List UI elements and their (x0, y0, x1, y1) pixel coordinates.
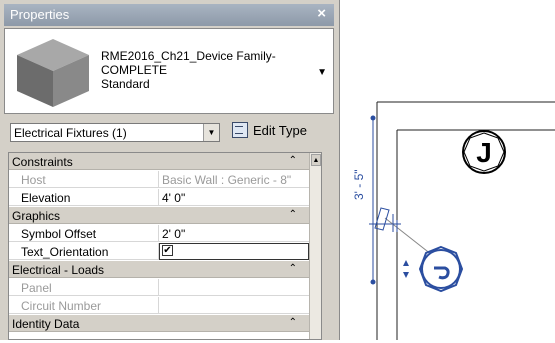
property-name: Host (21, 173, 46, 187)
collapse-icon[interactable]: ⌃ (289, 155, 297, 166)
properties-grid: Constraints ⌃ Host Basic Wall : Generic - 8… (8, 152, 322, 340)
close-icon[interactable]: × (317, 5, 326, 22)
column-divider (158, 279, 159, 296)
property-category[interactable]: Electrical - Loads ⌃ (9, 261, 309, 278)
plan-view: 3' - 5" J (352, 101, 555, 340)
property-category[interactable]: Constraints ⌃ (9, 153, 309, 170)
property-value: Basic Wall : Generic - 8" (162, 173, 292, 187)
property-value[interactable]: 2' 0" (162, 227, 307, 241)
selector-row: Electrical Fixtures (1) ▼ Edit Type (4, 121, 334, 145)
edit-type-icon (232, 122, 248, 138)
family-thumbnail-icon (17, 39, 89, 107)
tag-letter: J (476, 137, 492, 168)
property-name: Elevation (21, 191, 71, 205)
collapse-icon[interactable]: ⌃ (289, 209, 297, 220)
dimension-grip (370, 279, 376, 285)
palette-title: Properties (10, 7, 70, 22)
type-name-line: COMPLETE (101, 63, 168, 77)
property-category[interactable]: Graphics ⌃ (9, 207, 309, 224)
type-name-line: Standard (101, 77, 150, 91)
chevron-down-icon[interactable]: ▼ (203, 124, 219, 141)
property-row[interactable]: Symbol Offset 2' 0" (9, 225, 309, 242)
flip-arrow-icon (403, 260, 409, 266)
property-row[interactable]: Elevation 4' 0" (9, 189, 309, 206)
type-name: RME2016_Ch21_Device Family- COMPLETE Sta… (101, 49, 276, 91)
properties-palette: Properties × RME2016_Ch21_Device Family-… (0, 0, 340, 340)
column-divider (158, 189, 159, 206)
edit-type-button[interactable]: Edit Type (232, 122, 307, 142)
scroll-up-icon[interactable]: ▲ (311, 154, 321, 166)
category-label: Graphics (12, 209, 61, 223)
dimension-text: 3' - 5" (352, 169, 366, 200)
column-divider (158, 297, 159, 314)
property-row[interactable]: Circuit Number (9, 297, 309, 314)
property-value[interactable]: 4' 0" (162, 191, 307, 205)
property-row[interactable]: Host Basic Wall : Generic - 8" (9, 171, 309, 188)
column-divider (158, 171, 159, 188)
instance-filter-dropdown[interactable]: Electrical Fixtures (1) ▼ (10, 123, 220, 142)
property-category[interactable]: Identity Data ⌃ (9, 315, 309, 332)
category-label: Identity Data (12, 317, 80, 331)
instance-filter-label: Electrical Fixtures (1) (14, 126, 127, 140)
category-label: Constraints (12, 155, 73, 169)
property-row[interactable]: Text_Orientation ✔ (9, 243, 309, 260)
type-name-line: RME2016_Ch21_Device Family- (101, 49, 276, 63)
vertical-scrollbar[interactable]: ▲ (309, 153, 321, 339)
property-name: Circuit Number (21, 299, 102, 313)
property-name: Text_Orientation (21, 245, 109, 259)
dimension-grip (370, 115, 376, 121)
chevron-down-icon[interactable]: ▼ (317, 67, 327, 78)
column-divider (158, 225, 159, 242)
property-name: Panel (21, 281, 52, 295)
collapse-icon[interactable]: ⌃ (289, 317, 297, 328)
active-cell[interactable] (159, 243, 309, 260)
type-selector[interactable]: RME2016_Ch21_Device Family- COMPLETE Sta… (4, 28, 334, 114)
category-label: Electrical - Loads (12, 263, 105, 277)
edit-type-label: Edit Type (253, 123, 307, 138)
property-name: Symbol Offset (21, 227, 97, 241)
flip-arrow-icon (403, 272, 409, 278)
text-orientation-checkbox[interactable]: ✔ (162, 245, 173, 256)
property-row[interactable]: Panel (9, 279, 309, 296)
palette-title-bar[interactable]: Properties × (4, 4, 334, 26)
collapse-icon[interactable]: ⌃ (289, 263, 297, 274)
drawing-canvas[interactable]: 3' - 5" J (341, 0, 555, 340)
